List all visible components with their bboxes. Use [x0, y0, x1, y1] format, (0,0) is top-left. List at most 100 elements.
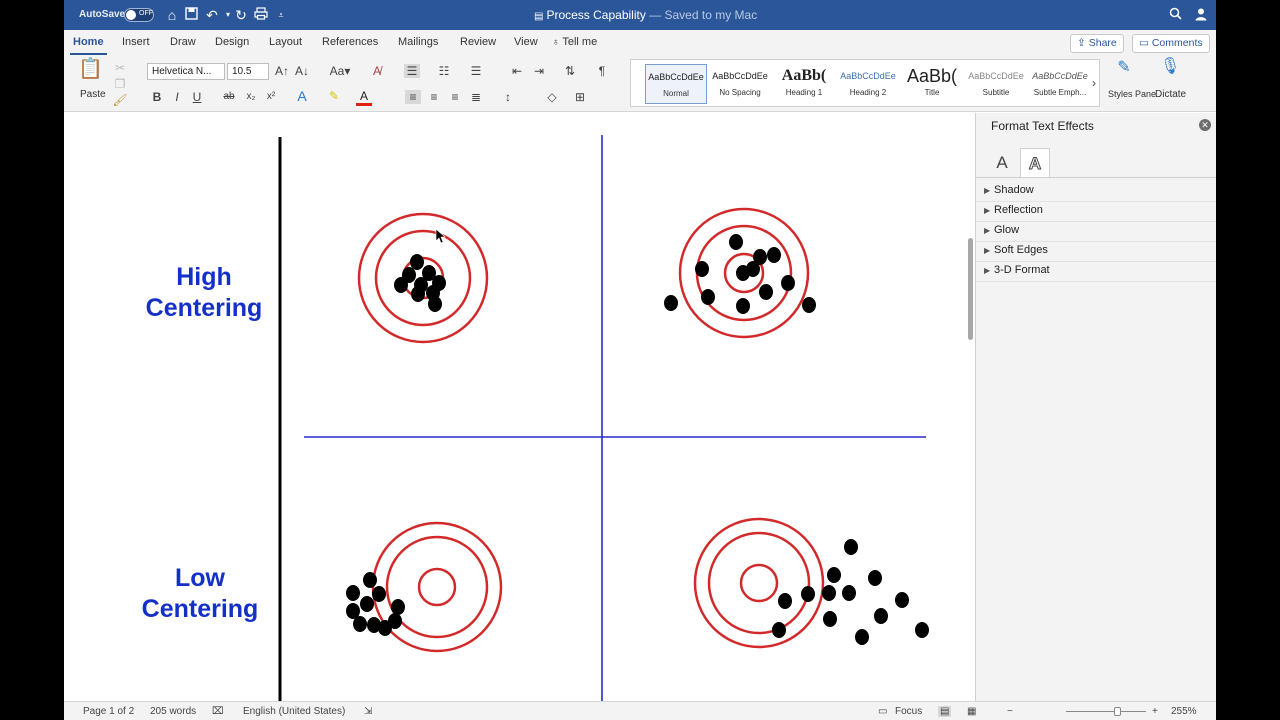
track-changes-icon[interactable]: ⇲ — [364, 706, 372, 717]
section-glow[interactable]: ▶ Glow — [984, 224, 1019, 236]
text-effects-icon[interactable]: A — [294, 89, 310, 103]
increase-indent-icon[interactable]: ⇥ — [531, 64, 547, 78]
document-title: ▤ Process Capability — Saved to my Mac — [534, 8, 757, 22]
tab-view[interactable]: View — [514, 36, 538, 48]
target-low-centering-tight — [346, 521, 503, 653]
status-bar: Page 1 of 2 205 words ⌧ English (United … — [64, 701, 1216, 720]
style-subtitle[interactable]: AaBbCcDdEe Subtitle — [965, 64, 1027, 104]
high-label-line2: Centering — [145, 294, 263, 322]
font-size-select[interactable]: 10.5 — [227, 63, 269, 80]
change-case-icon[interactable]: Aa▾ — [328, 64, 352, 78]
shrink-font-icon[interactable]: A↓ — [294, 64, 310, 78]
style-title[interactable]: AaBb( Title — [901, 64, 963, 104]
superscript-icon[interactable]: x² — [263, 90, 279, 104]
word-window: AutoSave OFF ⌂ ↶ ▾ ↻ ⩡ ▤ Process Capabili… — [64, 0, 1216, 720]
share-button[interactable]: ⇪ Share — [1070, 34, 1124, 53]
styles-pane-icon[interactable]: ✎ — [1112, 60, 1136, 76]
lightbulb-icon: ♁ — [552, 37, 560, 48]
clear-formatting-icon[interactable]: A̸ — [369, 64, 385, 78]
customize-toolbar-icon[interactable]: ⩡ — [273, 7, 289, 23]
print-icon[interactable] — [253, 7, 269, 23]
text-effects-tab[interactable]: A — [1020, 148, 1050, 178]
zoom-slider-track[interactable] — [1066, 711, 1146, 712]
save-icon[interactable] — [183, 7, 199, 23]
style-sample: AaBb( — [906, 66, 958, 86]
search-icon[interactable] — [1167, 7, 1183, 23]
style-heading-1[interactable]: AaBb( Heading 1 — [773, 64, 835, 104]
language[interactable]: English (United States) — [243, 706, 345, 717]
sort-icon[interactable]: ⇅ — [562, 64, 578, 78]
zoom-slider-thumb[interactable] — [1114, 707, 1121, 716]
print-layout-icon[interactable]: ▤ — [938, 706, 952, 717]
numbering-icon[interactable]: ☷ — [436, 64, 452, 78]
text-fill-outline-tab[interactable]: A — [987, 148, 1017, 178]
paste-icon[interactable]: 📋 — [78, 59, 103, 79]
show-marks-icon[interactable]: ¶ — [594, 64, 610, 78]
ribbon-home: 📋 Paste ✂ ❐ 🖌 Helvetica N... 10.5 A↑ A↓ … — [64, 56, 1216, 112]
underline-icon[interactable]: U — [189, 90, 205, 104]
zoom-level[interactable]: 255% — [1171, 706, 1197, 717]
document-scrollbar[interactable] — [968, 238, 973, 340]
bullets-icon[interactable]: ☰ — [404, 64, 420, 78]
section-reflection[interactable]: ▶ Reflection — [984, 204, 1043, 216]
home-icon[interactable]: ⌂ — [164, 7, 180, 23]
borders-icon[interactable]: ⊞ — [572, 90, 588, 104]
cut-icon[interactable]: ✂ — [112, 61, 128, 75]
strikethrough-icon[interactable]: ab — [221, 90, 237, 104]
style-no-spacing[interactable]: AaBbCcDdEe No Spacing — [709, 64, 771, 104]
document-canvas[interactable]: High Centering Low Centering — [64, 113, 974, 701]
style-subtle-emphasis[interactable]: AaBbCcDdEe Subtle Emph... — [1029, 64, 1091, 104]
format-painter-icon[interactable]: 🖌 — [112, 93, 128, 107]
italic-icon[interactable]: I — [169, 90, 185, 104]
font-name-select[interactable]: Helvetica N... — [147, 63, 225, 80]
dictate-label[interactable]: Dictate — [1155, 89, 1186, 100]
subscript-icon[interactable]: x₂ — [243, 90, 259, 104]
microphone-icon[interactable]: 🎙 — [1160, 59, 1180, 75]
proofing-icon[interactable]: ⌧ — [212, 706, 224, 717]
font-color-icon[interactable]: A — [356, 89, 372, 106]
tab-mailings[interactable]: Mailings — [398, 36, 438, 48]
tab-references[interactable]: References — [322, 36, 378, 48]
justify-icon[interactable]: ≣ — [468, 90, 484, 104]
undo-icon[interactable]: ↶ — [204, 7, 220, 23]
copy-icon[interactable]: ❐ — [112, 77, 128, 91]
highlight-icon[interactable]: ✎ — [326, 89, 342, 103]
zoom-out-icon[interactable]: − — [1007, 706, 1013, 717]
multilevel-list-icon[interactable]: ☰ — [468, 64, 484, 78]
section-3d-format[interactable]: ▶ 3-D Format — [984, 264, 1050, 276]
tell-me[interactable]: ♁ Tell me — [552, 36, 597, 48]
tab-draw[interactable]: Draw — [170, 36, 196, 48]
page-count[interactable]: Page 1 of 2 — [83, 706, 134, 717]
tab-review[interactable]: Review — [460, 36, 496, 48]
section-shadow[interactable]: ▶ Shadow — [984, 184, 1034, 196]
comments-button[interactable]: ▭ Comments — [1132, 34, 1210, 53]
web-layout-icon[interactable]: ▦ — [967, 706, 976, 717]
tab-layout[interactable]: Layout — [269, 36, 302, 48]
focus-label[interactable]: Focus — [895, 706, 922, 717]
decrease-indent-icon[interactable]: ⇤ — [509, 64, 525, 78]
line-spacing-icon[interactable]: ↕ — [500, 90, 516, 104]
close-icon[interactable]: ✕ — [1199, 119, 1211, 131]
tab-design[interactable]: Design — [215, 36, 249, 48]
zoom-in-icon[interactable]: + — [1152, 706, 1158, 717]
section-soft-edges[interactable]: ▶ Soft Edges — [984, 244, 1048, 256]
redo-icon[interactable]: ↻ — [233, 7, 249, 23]
autosave-toggle[interactable]: OFF — [124, 8, 154, 22]
tab-home[interactable]: Home — [70, 36, 107, 55]
styles-pane-label[interactable]: Styles Pane — [1108, 89, 1156, 99]
tab-insert[interactable]: Insert — [122, 36, 150, 48]
align-left-icon[interactable]: ≡ — [405, 90, 421, 104]
align-right-icon[interactable]: ≡ — [447, 90, 463, 104]
style-heading-2[interactable]: AaBbCcDdEe Heading 2 — [837, 64, 899, 104]
target-high-centering-tight — [357, 212, 489, 344]
word-count[interactable]: 205 words — [150, 706, 196, 717]
grow-font-icon[interactable]: A↑ — [274, 64, 290, 78]
gallery-more-icon[interactable]: › — [1089, 76, 1099, 90]
shading-icon[interactable]: ◇ — [544, 90, 560, 104]
account-icon[interactable] — [1193, 7, 1209, 23]
style-normal[interactable]: AaBbCcDdEe Normal — [645, 64, 707, 104]
bold-icon[interactable]: B — [149, 90, 165, 104]
toggle-knob — [126, 10, 136, 20]
align-center-icon[interactable]: ≡ — [426, 90, 442, 104]
focus-icon[interactable]: ▭ — [878, 706, 887, 717]
